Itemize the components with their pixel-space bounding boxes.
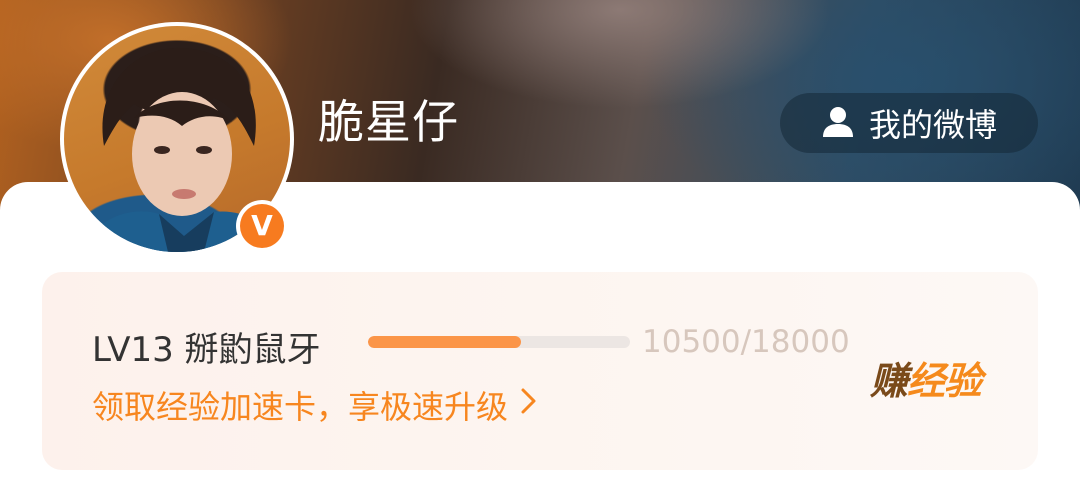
my-weibo-label: 我的微博 xyxy=(868,106,997,144)
exp-count: 10500/18000 xyxy=(642,324,850,360)
exp-speedup-text: 领取经验加速卡，享极速升级 xyxy=(92,388,509,426)
my-weibo-button[interactable]: 我的微博 xyxy=(780,93,1038,153)
earn-label-part2: 经验 xyxy=(907,359,982,403)
user-icon xyxy=(821,104,855,142)
verified-badge: V xyxy=(236,200,288,252)
level-card[interactable]: LV13 掰䶂鼠牙 10500/18000 领取经验加速卡，享极速升级 赚经验 xyxy=(42,272,1038,470)
username: 脆星仔 xyxy=(318,95,459,149)
exp-progress-bar xyxy=(368,336,630,348)
chevron-right-icon xyxy=(520,386,538,424)
exp-progress-fill xyxy=(368,336,521,348)
earn-exp-button[interactable]: 赚经验 xyxy=(870,350,982,405)
level-label: LV13 掰䶂鼠牙 xyxy=(92,330,321,370)
earn-label-part1: 赚 xyxy=(870,359,908,403)
profile-page: 脆星仔 我的微博 V LV13 掰䶂鼠牙 10500/18000 领取经验加速卡… xyxy=(0,0,1080,494)
exp-speedup-link[interactable]: 领取经验加速卡，享极速升级 xyxy=(92,382,538,428)
verified-v-icon: V xyxy=(240,204,284,248)
